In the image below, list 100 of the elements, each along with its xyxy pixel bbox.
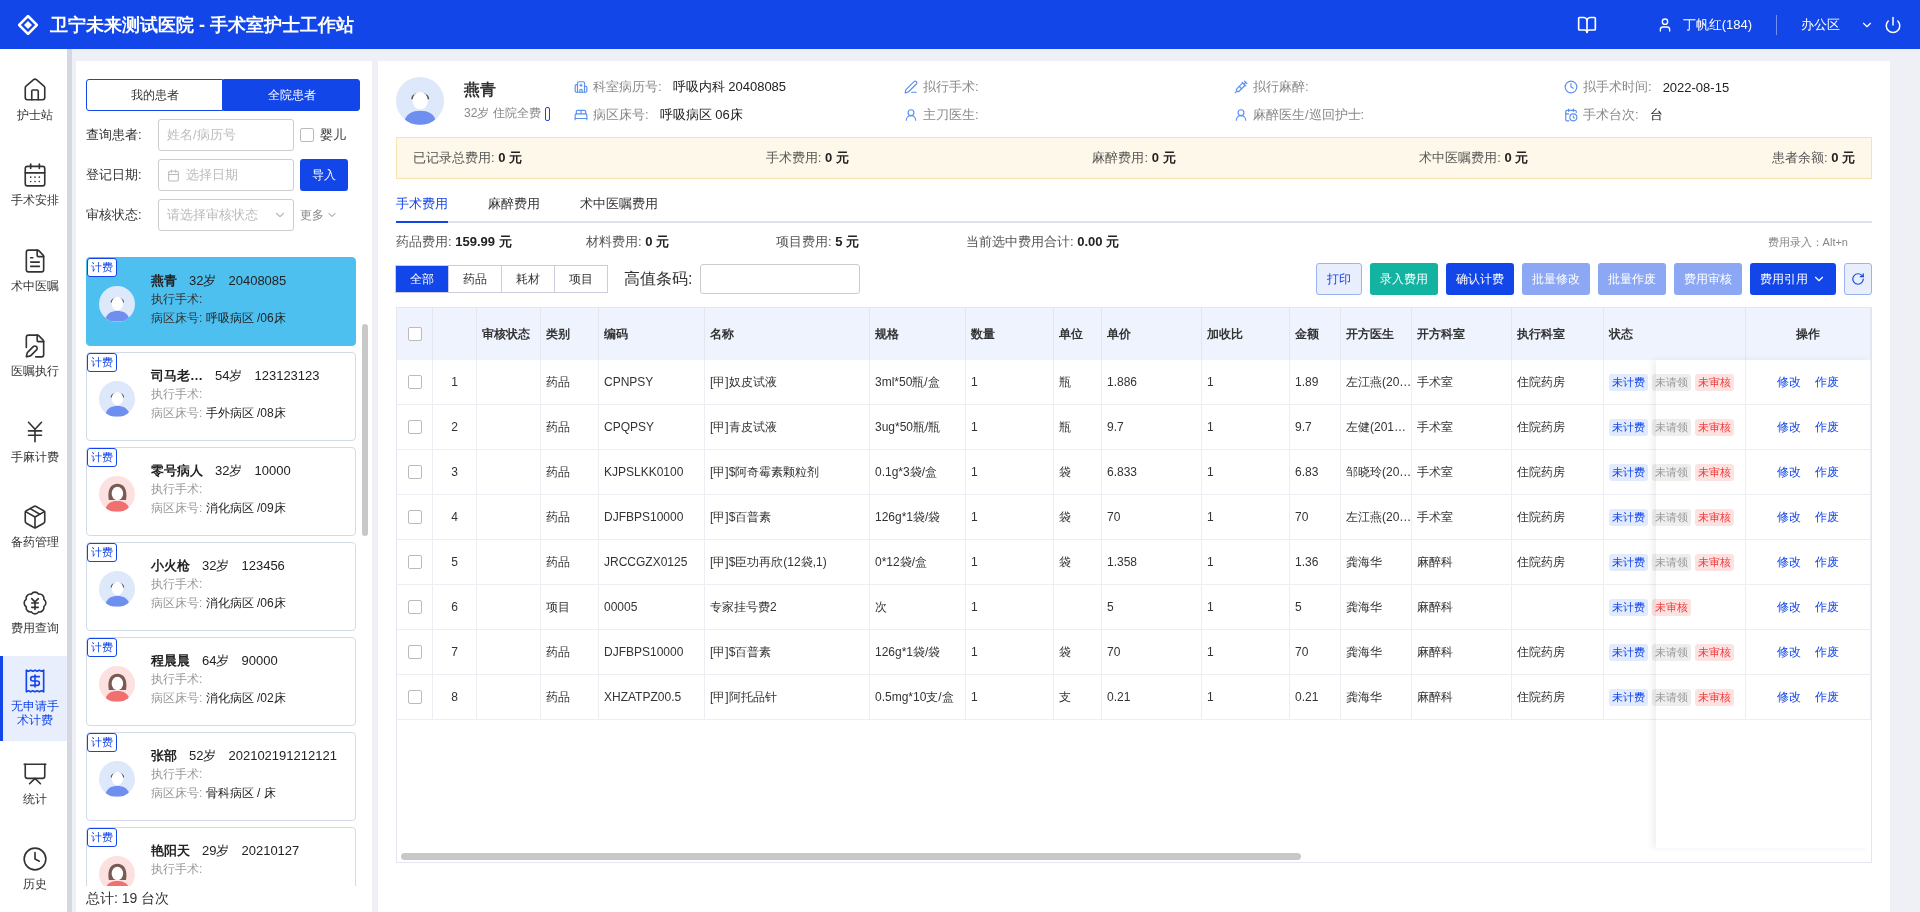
patient-age: 32岁 — [189, 272, 217, 290]
book-icon[interactable] — [1576, 14, 1597, 35]
row-action-link[interactable]: 修改 — [1777, 463, 1801, 481]
row-action-link[interactable]: 作废 — [1815, 373, 1839, 391]
status-tag: 未请领 — [1652, 463, 1691, 481]
row-action-link[interactable]: 作废 — [1815, 418, 1839, 436]
table-cell: 0.1g*3袋/盒 — [870, 450, 966, 495]
row-action-link[interactable]: 修改 — [1777, 688, 1801, 706]
row-checkbox[interactable] — [407, 690, 422, 704]
checkbox[interactable] — [300, 128, 314, 142]
row-checkbox[interactable] — [407, 420, 422, 434]
table-cell: 左江燕(20… — [1341, 495, 1412, 540]
table-cell: 1 — [966, 405, 1054, 450]
row-checkbox[interactable] — [407, 555, 422, 569]
refresh-button[interactable] — [1844, 263, 1872, 295]
nav-item[interactable]: 历史 — [0, 826, 67, 912]
status-tag: 未请领 — [1652, 553, 1691, 571]
table-cell: 次 — [870, 585, 966, 630]
nav-item[interactable]: 手术安排 — [0, 142, 67, 228]
table-cell: 手术室 — [1412, 450, 1512, 495]
calendar-icon — [1564, 108, 1578, 122]
power-icon[interactable] — [1884, 15, 1902, 34]
tab[interactable]: 术中医嘱费用 — [580, 189, 658, 223]
table-cell: 袋 — [1054, 630, 1102, 675]
filter-tab[interactable]: 全部 — [395, 265, 449, 293]
status-tag: 未计费 — [1609, 553, 1648, 571]
patient-card[interactable]: 计费 张部 52岁 202102191212121 执行手术: 病区床号: 骨科病区 / 床 — [86, 732, 356, 821]
table-cell: 手术室 — [1412, 360, 1512, 405]
info-label: 拟手术时间: — [1583, 78, 1652, 96]
patient-name: 零号病人 — [151, 462, 203, 480]
row-action-link[interactable]: 修改 — [1777, 373, 1801, 391]
table-cell: 药品 — [541, 630, 599, 675]
filter-tab[interactable]: 药品 — [448, 265, 502, 293]
nav-item[interactable]: 统计 — [0, 741, 67, 827]
row-checkbox[interactable] — [407, 645, 422, 659]
row-action-link[interactable]: 修改 — [1777, 418, 1801, 436]
import-button[interactable]: 导入 — [300, 159, 348, 191]
field-label: 登记日期: — [86, 166, 143, 184]
billing-tag: 计费 — [87, 353, 117, 372]
table-cell: 3ug*50瓶/瓶 — [870, 405, 966, 450]
row-action-link[interactable]: 修改 — [1777, 643, 1801, 661]
select-all-checkbox[interactable] — [407, 327, 422, 341]
row-action-link[interactable]: 修改 — [1777, 553, 1801, 571]
fee-item: 材料费用: 0 元 — [586, 233, 671, 251]
table-cell: 麻醉科 — [1412, 630, 1512, 675]
table-cell: 药品 — [541, 540, 599, 585]
action-button[interactable]: 确认计费 — [1446, 263, 1514, 295]
summary-item: 麻醉费用: 0 元 — [1092, 149, 1176, 167]
table-cell: 1 — [966, 630, 1054, 675]
patient-card[interactable]: 计费 司马老… 54岁 123123123 执行手术: 病区床号: 手外病区 /08床 — [86, 352, 356, 441]
billing-tag: 计费 — [87, 638, 117, 657]
ward-label: 病区床号: — [151, 786, 203, 800]
ward-value: 消化病区 /02床 — [205, 691, 286, 705]
row-checkbox[interactable] — [407, 510, 422, 524]
filter-tab[interactable]: 耗材 — [501, 265, 555, 293]
row-checkbox[interactable] — [407, 375, 422, 389]
row-action-link[interactable]: 作废 — [1815, 688, 1839, 706]
table-cell: 龚海华 — [1341, 675, 1412, 720]
patient-card[interactable]: 计费 零号病人 32岁 10000 执行手术: 病区床号: 消化病区 /09床 — [86, 447, 356, 536]
nav-item[interactable]: 护士站 — [0, 57, 67, 143]
row-index: 8 — [433, 675, 477, 720]
pen-icon — [904, 80, 918, 94]
patient-card[interactable]: 计费 程晨晨 64岁 90000 执行手术: 病区床号: 消化病区 /02床 — [86, 637, 356, 726]
logo-icon — [18, 14, 38, 35]
row-checkbox[interactable] — [407, 465, 422, 479]
tab[interactable]: 麻醉费用 — [488, 189, 540, 223]
row-action-link[interactable]: 作废 — [1815, 598, 1839, 616]
tab[interactable]: 手术费用 — [396, 189, 448, 223]
nav-item[interactable]: 手麻计费 — [0, 399, 67, 485]
more-link[interactable]: 更多 — [300, 206, 338, 224]
row-action-link[interactable]: 作废 — [1815, 508, 1839, 526]
row-action-link[interactable]: 作废 — [1815, 643, 1839, 661]
scope-tab[interactable]: 我的患者 — [86, 79, 223, 111]
scope-tab[interactable]: 全院患者 — [223, 79, 360, 111]
action-button[interactable]: 打印 — [1316, 263, 1362, 295]
medical-kit-icon — [574, 80, 588, 94]
nav-item[interactable]: 费用查询 — [0, 570, 67, 656]
status-tag: 未计费 — [1609, 598, 1648, 616]
row-action-link[interactable]: 作废 — [1815, 463, 1839, 481]
nav-item[interactable]: 备药管理 — [0, 484, 67, 570]
fee-item: 项目费用: 5 元 — [776, 233, 861, 251]
nav-item[interactable]: 无申请手术计费 — [0, 655, 67, 741]
row-action-link[interactable]: 作废 — [1815, 553, 1839, 571]
patient-card[interactable]: 计费 小火枪 32岁 123456 执行手术: 病区床号: 消化病区 /06床 — [86, 542, 356, 631]
nav-item[interactable]: 医嘱执行 — [0, 313, 67, 399]
surgery-label: 执行手术: — [151, 671, 204, 688]
table-cell: 70 — [1290, 495, 1341, 540]
row-checkbox[interactable] — [407, 600, 422, 614]
patient-card[interactable]: 计费 燕青 32岁 20408085 执行手术: 病区床号: 呼吸病区 /06床 — [86, 257, 356, 346]
barcode-label: 高值条码: — [624, 268, 693, 289]
row-action-link[interactable]: 修改 — [1777, 598, 1801, 616]
filter-tab[interactable]: 项目 — [554, 265, 608, 293]
dropdown-button[interactable]: 费用引用 — [1750, 263, 1836, 295]
barcode-field[interactable] — [700, 264, 861, 294]
nav-item[interactable]: 术中医嘱 — [0, 228, 67, 314]
ward-label: 病区床号: — [151, 596, 203, 610]
row-action-link[interactable]: 修改 — [1777, 508, 1801, 526]
patient-card[interactable]: 计费 艳阳天 29岁 20210127 执行手术: — [86, 827, 356, 886]
ward-value: 消化病区 /06床 — [205, 596, 286, 610]
ward-label: 病区床号: — [151, 691, 203, 705]
